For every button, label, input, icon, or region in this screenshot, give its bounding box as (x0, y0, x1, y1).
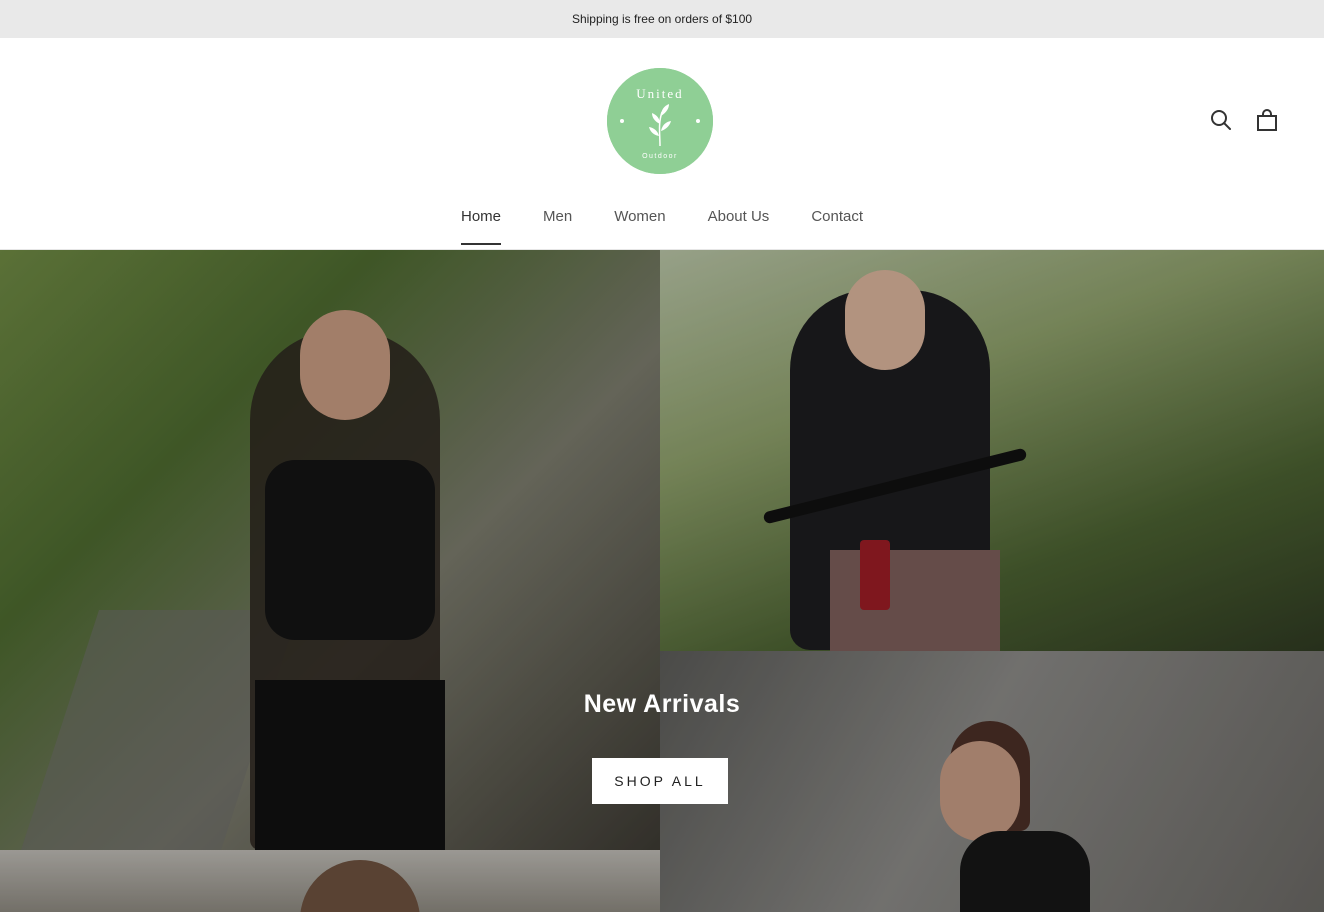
nav-item-contact[interactable]: Contact (811, 208, 863, 245)
site-header: United Outdoor Home Men Women About Us C… (0, 38, 1324, 250)
nav-item-men[interactable]: Men (543, 208, 572, 245)
announcement-bar: Shipping is free on orders of $100 (0, 0, 1324, 38)
shop-all-button[interactable]: SHOP ALL (592, 758, 728, 804)
announcement-text: Shipping is free on orders of $100 (571, 12, 753, 26)
logo-wordmark-bottom: Outdoor (642, 153, 678, 160)
hero-collage: New Arrivals SHOP ALL (0, 250, 1324, 912)
header-actions (1210, 108, 1278, 132)
store-logo[interactable]: United Outdoor (607, 68, 713, 174)
hero-overlay (0, 250, 1324, 912)
logo-wordmark-top: United (636, 86, 683, 101)
nav-item-women[interactable]: Women (614, 208, 665, 245)
main-navigation: Home Men Women About Us Contact (0, 208, 1324, 245)
logo-emblem-icon: United Outdoor (607, 68, 713, 174)
search-icon[interactable] (1210, 108, 1232, 132)
nav-item-about-us[interactable]: About Us (708, 208, 770, 245)
hero-title: New Arrivals (583, 690, 741, 718)
cart-icon[interactable] (1256, 108, 1278, 132)
nav-item-home[interactable]: Home (460, 208, 502, 245)
